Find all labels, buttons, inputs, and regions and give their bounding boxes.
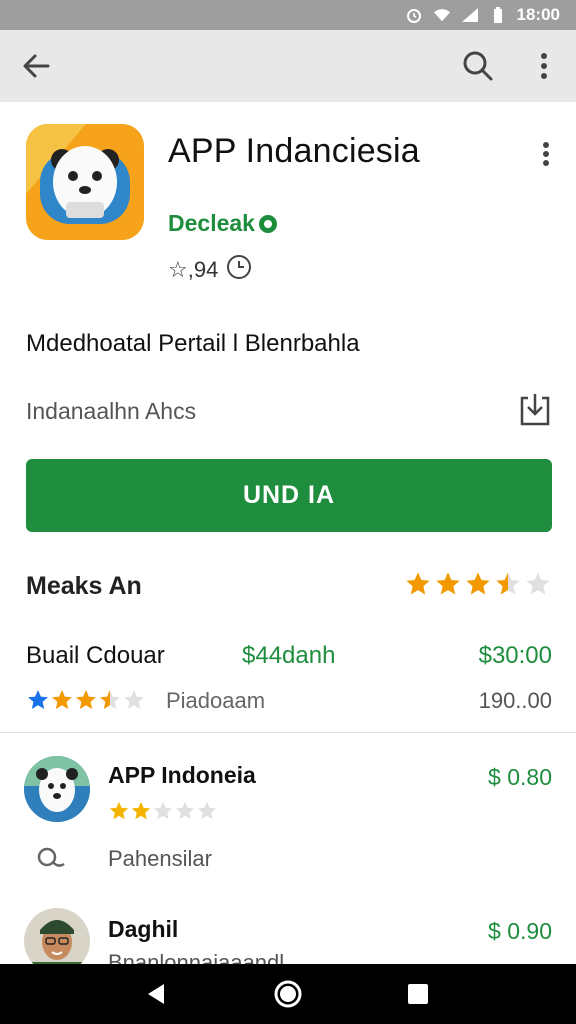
- search-icon[interactable]: [460, 48, 496, 84]
- status-bar: 18:00: [0, 0, 576, 30]
- price-row[interactable]: Buail Cdouar $44danh $30:00: [26, 642, 552, 672]
- install-button[interactable]: UND IA: [26, 459, 552, 532]
- app-rating: ☆,94: [168, 257, 219, 282]
- star-icon: [100, 690, 120, 709]
- developer-link[interactable]: Decleak: [168, 210, 277, 237]
- rating-line-stars: [26, 688, 146, 712]
- nav-recents-icon[interactable]: [402, 978, 434, 1010]
- rating-line-label: Piadoaam: [166, 688, 266, 713]
- rating-line: Piadoaam 190..00: [26, 686, 552, 716]
- avatar: [24, 908, 90, 964]
- section-rating-stars: [404, 570, 552, 598]
- star-icon: [406, 572, 430, 595]
- sub-row: Indanaalhn Ahcs: [26, 394, 552, 430]
- list-item-price: $ 0.80: [488, 764, 552, 790]
- more-vert-icon[interactable]: [530, 48, 558, 84]
- list-item-price: $ 0.90: [488, 918, 552, 944]
- list-item-subtext: Bnanlonnaiaaandl: [108, 950, 285, 964]
- rating-line-value: 190..00: [478, 688, 552, 713]
- download-icon[interactable]: [518, 392, 552, 428]
- price-row-mid-value: $44danh: [242, 642, 336, 669]
- developer-name: Decleak: [168, 210, 255, 236]
- status-time: 18:00: [516, 5, 560, 24]
- nav-back-icon[interactable]: [140, 978, 172, 1010]
- more-vert-icon[interactable]: [534, 138, 558, 170]
- star-icon: [436, 572, 460, 595]
- divider: [0, 732, 576, 733]
- app-title: APP Indanciesia: [168, 132, 420, 170]
- system-nav-bar: [0, 964, 576, 1024]
- clock-icon: [226, 254, 252, 286]
- back-arrow-icon[interactable]: [18, 48, 54, 84]
- star-icon: [124, 690, 144, 709]
- app-description: Mdedhoatal Pertail l Blenrbahla: [26, 330, 360, 357]
- list-item-stars: [108, 800, 218, 822]
- app-icon: [26, 124, 144, 240]
- sub-text: Indanaalhn Ahcs: [26, 398, 197, 424]
- list-item-name: Daghil: [108, 916, 179, 942]
- star-icon: [175, 801, 195, 820]
- list-item[interactable]: Daghil $ 0.90 Bnanlonnaiaaandl: [0, 906, 576, 964]
- sub-item-label: Pahensilar: [108, 846, 212, 871]
- star-icon: [76, 690, 96, 709]
- person-icon: [36, 846, 68, 872]
- rating-row: ☆,94: [168, 254, 252, 286]
- star-icon: [153, 801, 173, 820]
- star-icon: [197, 801, 217, 820]
- app-header: APP Indanciesia Decleak ☆,94: [0, 102, 576, 292]
- section-title: Meaks An: [26, 572, 142, 600]
- app-bar: [0, 30, 576, 102]
- star-icon: [466, 572, 490, 595]
- star-icon: [526, 572, 550, 595]
- list-item-name: APP Indoneia: [108, 762, 256, 788]
- star-icon: [496, 572, 520, 595]
- nav-home-icon[interactable]: [272, 978, 304, 1010]
- star-icon: [109, 801, 129, 820]
- verified-icon: [258, 214, 277, 233]
- star-icon: [52, 690, 72, 709]
- star-icon: [131, 801, 151, 820]
- avatar: [24, 756, 90, 822]
- list-item[interactable]: APP Indoneia $ 0.80: [0, 752, 576, 842]
- wifi-icon: [433, 7, 451, 23]
- price-row-price: $30:00: [478, 642, 552, 669]
- star-icon: [28, 690, 48, 709]
- list-sub-item[interactable]: Pahensilar: [0, 842, 576, 876]
- price-row-name: Buail Cdouar: [26, 642, 165, 669]
- alarm-icon: [405, 7, 423, 23]
- battery-icon: [489, 7, 507, 23]
- signal-icon: [461, 7, 479, 23]
